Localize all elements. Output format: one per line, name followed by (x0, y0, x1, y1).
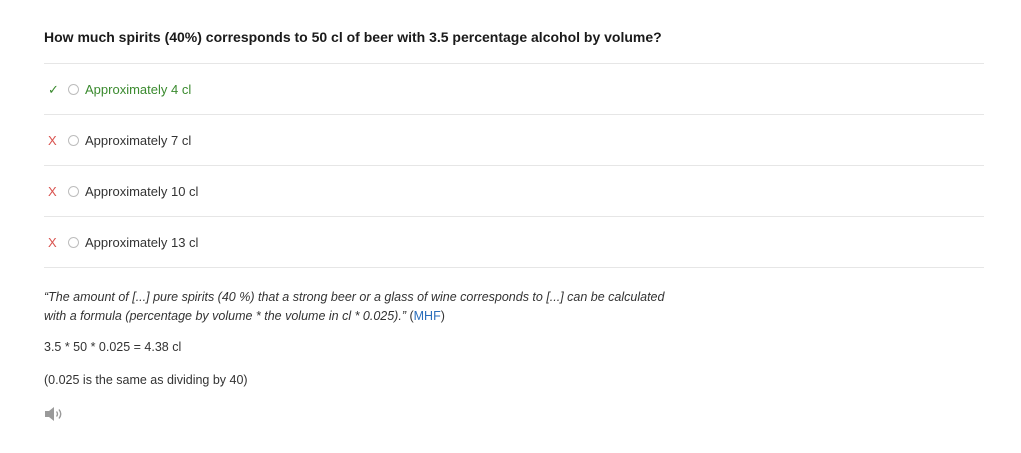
source-link[interactable]: MHF (414, 309, 441, 323)
option-label: Approximately 13 cl (85, 234, 199, 250)
cross-icon: X (48, 183, 57, 199)
explanation: “The amount of [...] pure spirits (40 %)… (44, 288, 684, 326)
source-open: ( (405, 309, 414, 323)
cross-icon: X (48, 132, 57, 148)
option-label: Approximately 7 cl (85, 132, 192, 148)
calculation-text: 3.5 * 50 * 0.025 = 4.38 cl (44, 340, 182, 354)
option-4[interactable]: X Approximately 13 cl (44, 217, 984, 268)
radio-button[interactable] (68, 83, 79, 95)
speaker-icon[interactable] (44, 406, 64, 422)
check-icon: ✓ (48, 81, 59, 97)
option-1[interactable]: ✓ Approximately 4 cl (44, 64, 984, 115)
cross-icon: X (48, 234, 57, 250)
radio-button[interactable] (68, 185, 79, 197)
option-label: Approximately 4 cl (85, 81, 192, 97)
question-text: How much spirits (40%) corresponds to 50… (44, 29, 662, 45)
option-3[interactable]: X Approximately 10 cl (44, 166, 984, 217)
option-2[interactable]: X Approximately 7 cl (44, 115, 984, 166)
note-text: (0.025 is the same as dividing by 40) (44, 373, 248, 387)
radio-button[interactable] (68, 134, 79, 146)
answer-options: ✓ Approximately 4 cl X Approximately 7 c… (44, 63, 984, 268)
explanation-quote: “The amount of [...] pure spirits (40 %)… (44, 290, 665, 323)
radio-button[interactable] (68, 236, 79, 248)
source-close: ) (440, 309, 445, 323)
option-label: Approximately 10 cl (85, 183, 199, 199)
